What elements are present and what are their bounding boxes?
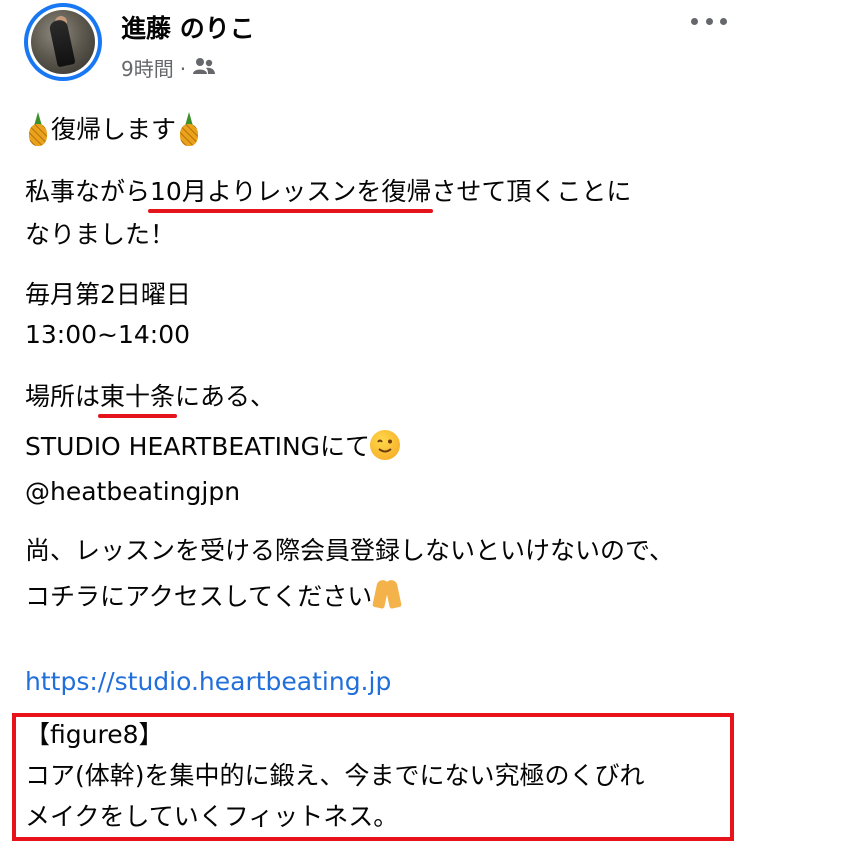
pineapple-icon bbox=[176, 112, 202, 146]
place-before: 場所は bbox=[25, 382, 101, 411]
avatar-photo-figure bbox=[48, 18, 76, 68]
more-dot bbox=[691, 17, 698, 25]
paragraph-1-line-1: 私事ながら10月よりレッスンを復帰させて頂くことに bbox=[25, 174, 632, 213]
folded-hands-icon bbox=[372, 578, 403, 610]
underlined-return-date: 10月よりレッスンを復帰 bbox=[148, 174, 434, 213]
more-dot bbox=[705, 17, 713, 25]
headline-text: 復帰します bbox=[51, 115, 177, 144]
p1-after: させて頂くことに bbox=[431, 177, 632, 206]
figure-title: 【figure8】 bbox=[25, 720, 164, 749]
more-dot bbox=[720, 17, 727, 25]
avatar-frame bbox=[28, 7, 98, 77]
note-line-1: 尚、レッスンを受ける際会員登録しないといけないので、 bbox=[25, 536, 675, 565]
studio-line: STUDIO HEARTBEATINGにて bbox=[25, 429, 401, 465]
place-line: 場所は東十条にある、 bbox=[25, 379, 276, 418]
post-headline: 復帰します bbox=[25, 112, 202, 148]
post-time[interactable]: 9時間 bbox=[121, 55, 174, 83]
avatar[interactable] bbox=[24, 3, 102, 81]
pineapple-icon bbox=[25, 112, 51, 146]
note-line-2: コチラにアクセスしてください bbox=[25, 578, 403, 615]
underlined-location: 東十条 bbox=[98, 379, 178, 418]
figure-desc-line-2: メイクをしていくフィットネス。 bbox=[25, 802, 399, 831]
schedule-time: 13:00~14:00 bbox=[25, 320, 191, 349]
friends-icon[interactable] bbox=[192, 55, 216, 83]
studio-link[interactable]: https://studio.heartbeating.jp bbox=[25, 664, 391, 700]
post-meta: 9時間 · bbox=[121, 55, 216, 83]
more-options-icon[interactable] bbox=[691, 11, 727, 31]
studio-name: STUDIO HEARTBEATINGにて bbox=[25, 432, 371, 461]
winking-face-icon bbox=[370, 430, 401, 460]
schedule-day: 毎月第2日曜日 bbox=[25, 280, 191, 309]
p1-before: 私事ながら bbox=[25, 177, 151, 206]
author-name[interactable]: 進藤 のりこ bbox=[121, 12, 255, 46]
paragraph-1-line-2: なりました！ bbox=[25, 220, 176, 249]
instagram-handle[interactable]: @heatbeatingjpn bbox=[25, 474, 240, 510]
meta-separator: · bbox=[179, 57, 187, 81]
avatar-photo bbox=[31, 10, 95, 74]
figure-desc-line-1: コア(体幹)を集中的に鍛え、今までにない究極のくびれ bbox=[25, 761, 645, 790]
place-after: にある、 bbox=[175, 382, 276, 411]
note-line-2-text: コチラにアクセスしてください bbox=[25, 582, 373, 611]
